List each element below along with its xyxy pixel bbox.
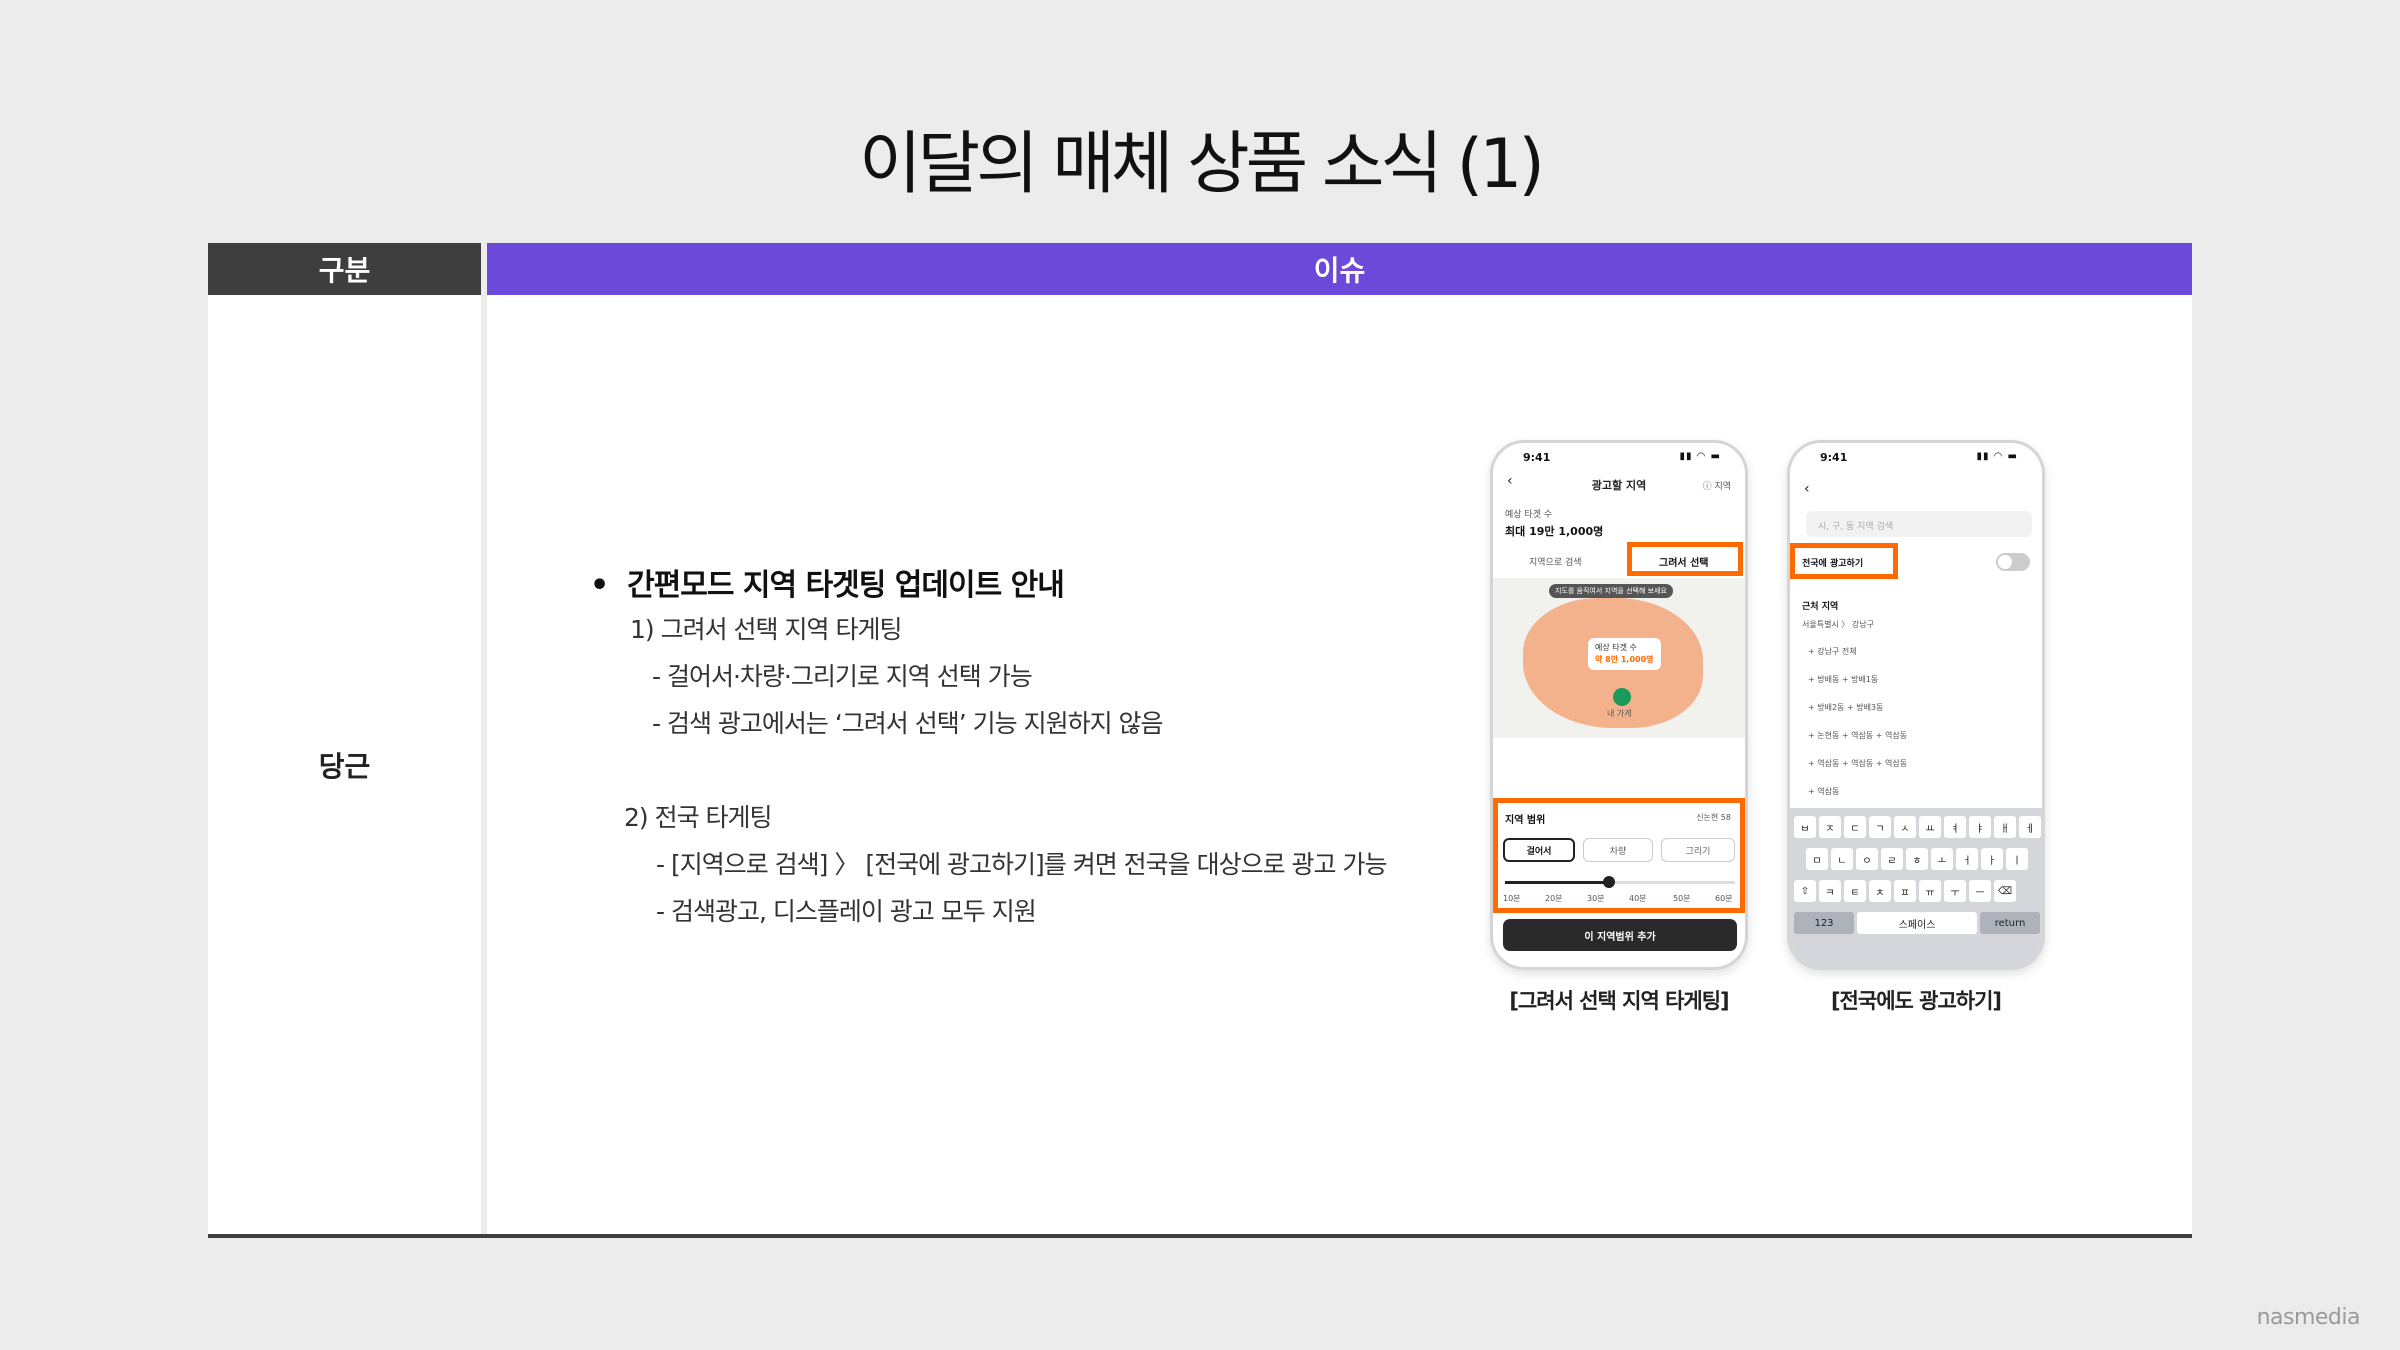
map-view[interactable]: 지도를 움직여서 지역을 선택해 보세요 예상 타겟 수 약 8만 1,000명…	[1493, 578, 1745, 738]
keyboard-row-1: ㅂ ㅈ ㄷ ㄱ ㅅ ㅛ ㅕ ㅑ ㅐ ㅔ	[1794, 816, 2041, 838]
bubble-value: 약 8만 1,000명	[1595, 655, 1654, 664]
item-1-sub-1: - 걸어서·차량·그리기로 지역 선택 가능	[652, 662, 1033, 691]
key[interactable]: ㄷ	[1844, 816, 1866, 838]
shift-key[interactable]: ⇧	[1794, 880, 1816, 902]
item-2: 2) 전국 타게팅	[624, 803, 773, 832]
key[interactable]: ㄹ	[1881, 848, 1903, 870]
store-pin-icon	[1613, 688, 1631, 706]
key[interactable]: ㅗ	[1931, 848, 1953, 870]
estimate-bubble: 예상 타겟 수 약 8만 1,000명	[1588, 638, 1661, 670]
nearby-label: 근처 지역	[1802, 602, 1839, 612]
key[interactable]: ㅔ	[2019, 816, 2041, 838]
area-row[interactable]: + 역삼동	[1808, 786, 1839, 797]
key[interactable]: ㄱ	[1869, 816, 1891, 838]
key[interactable]: ㅛ	[1919, 816, 1941, 838]
key[interactable]: ㅑ	[1969, 816, 1991, 838]
status-time: 9:41	[1523, 451, 1551, 464]
slide-title: 이달의 매체 상품 소식 (1)	[859, 125, 1545, 204]
highlight-draw-tab	[1627, 542, 1743, 576]
phone-draw-targeting: 9:41 ▮▮ ◠ ▬ ‹ 광고할 지역 ⓘ 지역 예상 타겟 수 최대 19만…	[1490, 440, 1748, 970]
key[interactable]: ㅅ	[1894, 816, 1916, 838]
numbers-key[interactable]: 123	[1794, 912, 1854, 934]
phone-nationwide: 9:41 ▮▮ ◠ ▬ ‹ 시, 구, 동 지역 검색 전국에 광고하기 근처 …	[1787, 440, 2045, 970]
back-icon[interactable]: ‹	[1804, 481, 1810, 497]
item-1: 1) 그려서 선택 지역 타게팅	[630, 615, 902, 644]
keyboard-row-2: ㅁ ㄴ ㅇ ㄹ ㅎ ㅗ ㅓ ㅏ ㅣ	[1806, 848, 2028, 870]
area-all[interactable]: + 강남구 전체	[1808, 646, 1857, 657]
header-category: 구분	[208, 243, 481, 295]
return-key[interactable]: return	[1980, 912, 2040, 934]
backspace-key[interactable]: ⌫	[1994, 880, 2016, 902]
korean-keyboard: ㅂ ㅈ ㄷ ㄱ ㅅ ㅛ ㅕ ㅑ ㅐ ㅔ ㅁ ㄴ ㅇ ㄹ ㅎ ㅗ ㅓ ㅏ ㅣ ⇧ …	[1790, 808, 2042, 967]
key[interactable]: ㅈ	[1819, 816, 1841, 838]
status-time: 9:41	[1820, 451, 1848, 464]
keyboard-row-3: ⇧ ㅋ ㅌ ㅊ ㅍ ㅠ ㅜ ㅡ ⌫	[1794, 880, 2016, 902]
item-1-sub-2: - 검색 광고에서는 ‘그려서 선택’ 기능 지원하지 않음	[652, 709, 1164, 738]
key[interactable]: ㅓ	[1956, 848, 1978, 870]
brand-logo: nasmedia	[2256, 1305, 2361, 1330]
key[interactable]: ㄴ	[1831, 848, 1853, 870]
bullet-heading: • 간편모드 지역 타겟팅 업데이트 안내	[590, 568, 1065, 603]
breadcrumb: 서울특별시 〉 강남구	[1802, 620, 1874, 629]
region-search-input[interactable]: 시, 구, 동 지역 검색	[1806, 511, 2032, 537]
map-hint: 지도를 움직여서 지역을 선택해 보세요	[1549, 584, 1673, 598]
key[interactable]: ㅍ	[1894, 880, 1916, 902]
highlight-nationwide	[1790, 543, 1898, 579]
table-bottom-border	[208, 1234, 2192, 1238]
toggle-knob	[1998, 555, 2012, 569]
key[interactable]: ㅐ	[1994, 816, 2016, 838]
key[interactable]: ㅎ	[1906, 848, 1928, 870]
key[interactable]: ㅂ	[1794, 816, 1816, 838]
item-2-sub-2: - 검색광고, 디스플레이 광고 모두 지원	[656, 897, 1037, 926]
tab-region-search[interactable]: 지역으로 검색	[1529, 555, 1582, 568]
key[interactable]: ㅇ	[1856, 848, 1878, 870]
key[interactable]: ㅕ	[1944, 816, 1966, 838]
area-row[interactable]: + 방배2동 + 방배3동	[1808, 702, 1883, 713]
area-row[interactable]: + 역삼동 + 역삼동 + 역삼동	[1808, 758, 1907, 769]
keyboard-row-4: 123 스페이스 return	[1794, 912, 2040, 934]
bullet-heading-text: 간편모드 지역 타겟팅 업데이트 안내	[627, 568, 1065, 603]
key[interactable]: ㅌ	[1844, 880, 1866, 902]
area-row[interactable]: + 방배동 + 방배1동	[1808, 674, 1878, 685]
key[interactable]: ㅣ	[2006, 848, 2028, 870]
key[interactable]: ㅜ	[1944, 880, 1966, 902]
key[interactable]: ㅏ	[1981, 848, 2003, 870]
item-2-sub-1: - [지역으로 검색] 〉 [전국에 광고하기]를 켜면 전국을 대상으로 광고…	[656, 850, 1388, 879]
key[interactable]: ㅡ	[1969, 880, 1991, 902]
key[interactable]: ㅁ	[1806, 848, 1828, 870]
key[interactable]: ㅋ	[1819, 880, 1841, 902]
header-issue: 이슈	[487, 243, 2192, 295]
key[interactable]: ㅊ	[1869, 880, 1891, 902]
estimate-value: 최대 19만 1,000명	[1505, 525, 1604, 538]
help-link[interactable]: ⓘ 지역	[1703, 479, 1731, 492]
status-icons: ▮▮ ◠ ▬	[1976, 451, 2018, 462]
key[interactable]: ㅠ	[1919, 880, 1941, 902]
estimate-label: 예상 타겟 수	[1505, 510, 1553, 520]
category-label: 당근	[318, 750, 371, 783]
nationwide-toggle[interactable]	[1996, 553, 2030, 571]
caption-draw-targeting: [그려서 선택 지역 타게팅]	[1509, 989, 1729, 1013]
space-key[interactable]: 스페이스	[1857, 912, 1977, 934]
area-row[interactable]: + 논현동 + 역삼동 + 역삼동	[1808, 730, 1907, 741]
add-range-button[interactable]: 이 지역범위 추가	[1503, 919, 1737, 951]
pin-label: 내 가게	[1607, 709, 1632, 718]
caption-nationwide: [전국에도 광고하기]	[1830, 989, 2002, 1013]
bubble-label: 예상 타겟 수	[1595, 643, 1637, 652]
status-icons: ▮▮ ◠ ▬	[1679, 451, 1721, 462]
highlight-range-panel	[1493, 798, 1745, 913]
